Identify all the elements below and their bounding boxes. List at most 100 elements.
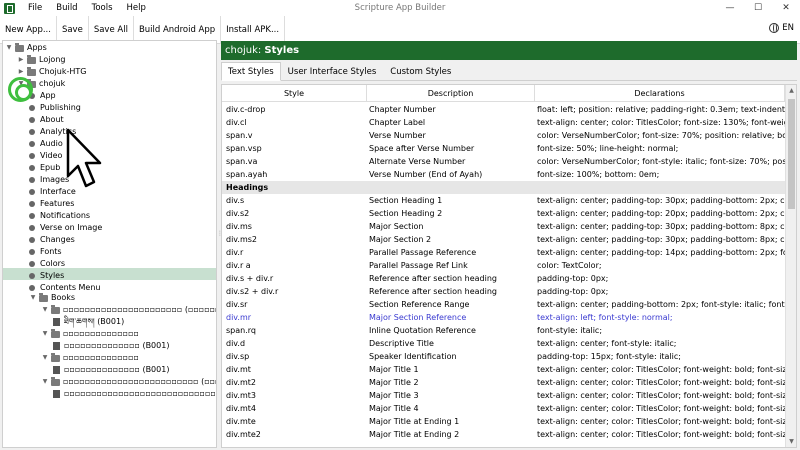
tree-node-apps[interactable]: ▼ Apps <box>5 42 47 54</box>
collapse-icon[interactable]: ▼ <box>41 352 49 364</box>
table-row[interactable]: div.mte2 Major Title at Ending 2 text-alig… <box>222 428 785 441</box>
description-cell: Major Title at Ending 1 <box>369 417 460 426</box>
table-row[interactable]: div.mte Major Title at Ending 1 text-align… <box>222 415 785 428</box>
tree-node-app-lojong[interactable]: ▶ Lojong <box>17 54 65 66</box>
declarations-cell: font-style: italic; <box>537 326 603 335</box>
tree-node-label: ▫▫▫▫▫▫▫▫▫▫▫▫▫▫▫▫▫▫▫▫▫▫▫▫▫▫▫▫▫ (B001) <box>64 389 217 398</box>
table-row[interactable]: span.rq Inline Quotation Reference font-st… <box>222 324 785 337</box>
bullet-icon <box>29 201 35 207</box>
menu-help[interactable]: Help <box>120 3 153 13</box>
tree-node-book-folder[interactable]: ▼ ▫▫▫▫▫▫▫▫▫▫▫▫▫▫ <box>41 352 139 364</box>
table-row[interactable]: div.s + div.r Reference after section hea… <box>222 272 785 285</box>
table-row[interactable]: span.vsp Space after Verse Number font-siz… <box>222 142 785 155</box>
menu-tools[interactable]: Tools <box>85 3 120 13</box>
table-row[interactable]: div.mt2 Major Title 2 text-align: center; … <box>222 376 785 389</box>
scrollbar-thumb[interactable] <box>788 99 795 209</box>
table-row[interactable]: div.r a Parallel Passage Ref Link color: T… <box>222 259 785 272</box>
sidebar-item-verse-on-image[interactable]: Verse on Image <box>29 222 102 234</box>
scroll-up-icon[interactable]: ▲ <box>786 87 796 94</box>
tree-node-book-folder[interactable]: ▼ ▫▫▫▫▫▫▫▫▫▫▫▫▫▫ <box>41 328 139 340</box>
maximize-icon[interactable]: ☐ <box>744 0 772 16</box>
table-row[interactable]: div.mr Major Section Reference text-align:… <box>222 311 785 324</box>
table-row[interactable]: div.sp Speaker Identification padding-top:… <box>222 350 785 363</box>
description-cell: Major Title 1 <box>369 365 419 374</box>
table-row[interactable]: span.va Alternate Verse Number color: Vers… <box>222 155 785 168</box>
collapse-icon[interactable]: ▼ <box>29 292 37 304</box>
table-row[interactable]: div.d Descriptive Title text-align: center… <box>222 337 785 350</box>
column-header-style[interactable]: Style <box>222 85 367 102</box>
tab-text-styles[interactable]: Text Styles <box>221 62 281 81</box>
tree-node-books[interactable]: ▼ Books <box>29 292 75 304</box>
sidebar-item-about[interactable]: About <box>29 114 64 126</box>
table-row[interactable]: div.cl Chapter Label text-align: center; c… <box>222 116 785 129</box>
tree-node-label: chojuk <box>39 79 66 88</box>
sidebar-item-changes[interactable]: Changes <box>29 234 75 246</box>
declarations-cell: text-align: center; color: TitlesColor; … <box>537 391 785 400</box>
expand-icon[interactable]: ▶ <box>17 54 25 66</box>
table-row[interactable]: div.s2 Section Heading 2 text-align: cente… <box>222 207 785 220</box>
bullet-icon <box>29 141 35 147</box>
column-header-description[interactable]: Description <box>367 85 535 102</box>
collapse-icon[interactable]: ▼ <box>41 328 49 340</box>
declarations-cell: text-align: center; padding-top: 20px; p… <box>537 209 785 218</box>
menu-file[interactable]: File <box>21 3 49 13</box>
app-tree[interactable]: ▼ Apps ▶ Lojong ▶ Chojuk-HTG ▼ chojuk Ap… <box>2 40 217 448</box>
sidebar-item-epub[interactable]: Epub <box>29 162 60 174</box>
vertical-scrollbar[interactable]: ▲ ▼ <box>785 85 796 447</box>
tab-user-interface-styles[interactable]: User Interface Styles <box>281 62 384 81</box>
sidebar-item-fonts[interactable]: Fonts <box>29 246 62 258</box>
splitter-handle[interactable]: ⋮ <box>217 230 223 237</box>
tree-node-book[interactable]: ▫▫▫▫▫▫▫▫▫▫▫▫▫▫ (B001) <box>53 364 169 376</box>
sidebar-item-label: About <box>40 115 64 124</box>
sidebar-item-styles[interactable]: Styles <box>29 270 64 282</box>
sidebar-item-publishing[interactable]: Publishing <box>29 102 81 114</box>
tree-node-label: Chojuk-HTG <box>39 67 87 76</box>
scroll-down-icon[interactable]: ▼ <box>786 438 796 445</box>
page-title: Styles <box>264 45 300 56</box>
table-row[interactable]: div.mt3 Major Title 3 text-align: center; … <box>222 389 785 402</box>
table-row[interactable]: div.c-drop Chapter Number float: left; pos… <box>222 103 785 116</box>
collapse-icon[interactable]: ▼ <box>41 304 49 316</box>
sidebar-item-notifications[interactable]: Notifications <box>29 210 90 222</box>
sidebar-item-app[interactable]: App <box>29 90 56 102</box>
tree-node-book-folder[interactable]: ▼ ▫▫▫▫▫▫▫▫▫▫▫▫▫▫▫▫▫▫▫▫▫▫▫▫▫ (▫▫▫▫▫▫▫▫▫▫▫… <box>41 376 216 388</box>
description-cell: Reference after section heading <box>369 287 497 296</box>
collapse-icon[interactable]: ▼ <box>5 42 13 54</box>
table-section-header[interactable]: Headings <box>222 181 785 194</box>
tree-node-app-chojuk-htg[interactable]: ▶ Chojuk-HTG <box>17 66 86 78</box>
style-cell: div.s2 + div.r <box>226 287 279 296</box>
install-apk-button[interactable]: Install APK... <box>221 15 286 44</box>
table-row[interactable]: div.ms Major Section text-align: center; p… <box>222 220 785 233</box>
declarations-cell: text-align: center; color: TitlesColor; … <box>537 430 785 439</box>
tab-custom-styles[interactable]: Custom Styles <box>383 62 458 81</box>
tree-node-book[interactable]: ཐིག་ཆགས། (B001) <box>53 316 124 328</box>
table-row[interactable]: span.ayah Verse Number (End of Ayah) font-… <box>222 168 785 181</box>
table-row[interactable]: div.s2 + div.r Reference after section he… <box>222 285 785 298</box>
language-selector[interactable]: EN <box>769 23 794 33</box>
sidebar-item-label: Colors <box>40 259 66 268</box>
sidebar-item-images[interactable]: Images <box>29 174 69 186</box>
tree-node-book-folder[interactable]: ▼ ▫▫▫▫▫▫▫▫▫▫▫▫▫▫▫▫▫▫▫▫▫▫ (▫▫▫▫▫▫▫▫▫▫▫▫) <box>41 304 216 316</box>
bullet-icon <box>29 129 35 135</box>
minimize-icon[interactable]: — <box>716 0 744 16</box>
collapse-icon[interactable]: ▼ <box>41 376 49 388</box>
declarations-cell: text-align: center; color: TitlesColor; … <box>537 378 785 387</box>
column-header-declarations[interactable]: Declarations <box>535 85 785 102</box>
table-row[interactable]: div.sr Section Reference Range text-align:… <box>222 298 785 311</box>
sidebar-item-features[interactable]: Features <box>29 198 74 210</box>
table-row[interactable]: div.s Section Heading 1 text-align: center… <box>222 194 785 207</box>
close-icon[interactable]: ✕ <box>772 0 800 16</box>
table-row[interactable]: div.r Parallel Passage Reference text-alig… <box>222 246 785 259</box>
description-cell: Major Title 3 <box>369 391 419 400</box>
table-row[interactable]: div.mt4 Major Title 4 text-align: center; … <box>222 402 785 415</box>
sidebar-item-video[interactable]: Video <box>29 150 62 162</box>
sidebar-item-audio[interactable]: Audio <box>29 138 63 150</box>
menu-build[interactable]: Build <box>49 3 84 13</box>
table-row[interactable]: div.mt Major Title 1 text-align: center; c… <box>222 363 785 376</box>
table-row[interactable]: div.ms2 Major Section 2 text-align: center… <box>222 233 785 246</box>
table-row[interactable]: span.v Verse Number color: VerseNumberColo… <box>222 129 785 142</box>
tree-node-book[interactable]: ▫▫▫▫▫▫▫▫▫▫▫▫▫▫ (B001) <box>53 340 169 352</box>
style-cell: div.mte2 <box>226 430 261 439</box>
sidebar-item-colors[interactable]: Colors <box>29 258 65 270</box>
tree-node-book[interactable]: ▫▫▫▫▫▫▫▫▫▫▫▫▫▫▫▫▫▫▫▫▫▫▫▫▫▫▫▫▫ (B001) <box>53 388 217 400</box>
